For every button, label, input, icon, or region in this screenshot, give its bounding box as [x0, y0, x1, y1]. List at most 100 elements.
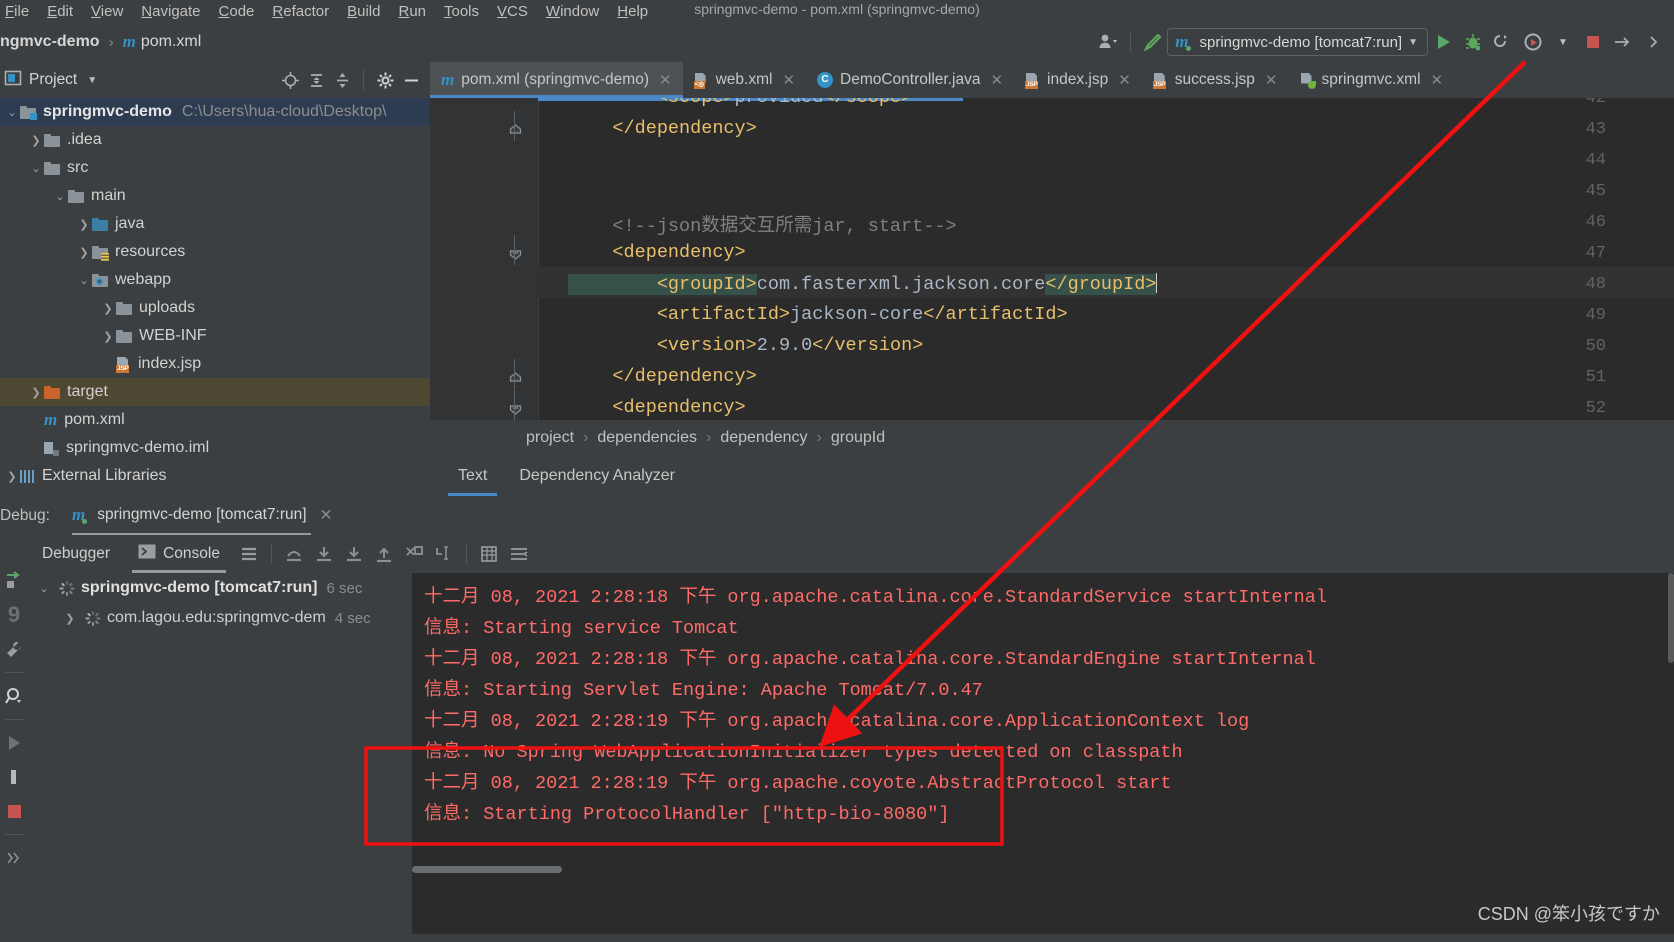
console-output[interactable]: 十二月 08, 2021 2:28:18 下午 org.apache.catal… — [412, 573, 1674, 942]
chevron-right-icon[interactable]: ❯ — [100, 330, 116, 343]
chevron-down-icon[interactable]: ⌄ — [4, 106, 20, 119]
menu-lines-icon[interactable] — [234, 541, 264, 567]
debug-process-tree[interactable]: ⌄ springmvc-demo [tomcat7:run] 6 sec ❯ com.l… — [28, 573, 410, 942]
editor-sub-tabs[interactable]: Text Dependency Analyzer — [430, 456, 1674, 496]
xml-breadcrumb[interactable]: project › dependencies › dependency › groupId — [430, 420, 1674, 456]
project-tree-row[interactable]: ❯ WEB-INF — [0, 322, 430, 350]
xml-breadcrumb-item[interactable]: dependencies — [597, 429, 697, 447]
project-tree-row[interactable]: ❯ target — [0, 378, 430, 406]
expand-all-icon[interactable] — [305, 69, 327, 91]
editor-sub-tab[interactable]: Dependency Analyzer — [503, 456, 691, 496]
code-line[interactable]: <scope>provided</scope> — [568, 98, 912, 108]
editor-tab[interactable]: <◎ web.xml ✕ — [683, 62, 806, 98]
hide-panel-icon[interactable] — [400, 69, 422, 91]
run-configuration-selector[interactable]: m springmvc-demo [tomcat7:run] ▼ — [1167, 28, 1428, 56]
project-tree-row[interactable]: JSP index.jsp — [0, 350, 430, 378]
expand-rail-icon[interactable] — [1, 843, 27, 873]
tab-console[interactable]: Console — [124, 535, 234, 573]
chevron-down-icon[interactable]: ⌄ — [28, 162, 44, 175]
project-tree-row[interactable]: ⌄ webapp — [0, 266, 430, 294]
collapse-all-icon[interactable] — [331, 69, 353, 91]
chevron-right-icon[interactable]: ❯ — [100, 302, 116, 315]
xml-breadcrumb-item[interactable]: dependency — [720, 429, 807, 447]
close-icon[interactable]: ✕ — [320, 506, 333, 525]
menu-item-view[interactable]: View — [82, 3, 132, 20]
tab-debugger[interactable]: Debugger — [28, 535, 124, 573]
editor-tab[interactable]: C DemoController.java ✕ — [806, 62, 1014, 98]
console-horizontal-scrollbar[interactable] — [412, 866, 562, 873]
coverage-chevron-icon[interactable]: ▼ — [1548, 28, 1578, 56]
project-tree-row[interactable]: ⌄ main — [0, 182, 430, 210]
pause-icon[interactable] — [1, 762, 27, 792]
menu-item-code[interactable]: Code — [210, 3, 264, 20]
breadcrumb-item[interactable]: pom.xml — [141, 33, 201, 51]
project-tree-row[interactable]: ❯ External Libraries — [0, 462, 430, 490]
settings-gear-icon[interactable] — [374, 69, 396, 91]
fold-start-icon[interactable] — [508, 235, 522, 265]
debug-left-rail[interactable]: 9 — [0, 560, 28, 942]
code-line[interactable]: <dependency> — [568, 242, 745, 263]
code-line[interactable]: <artifactId>jackson-core</artifactId> — [568, 304, 1068, 325]
code-line[interactable]: </dependency> — [568, 366, 756, 387]
menu-item-navigate[interactable]: Navigate — [132, 3, 209, 20]
menu-item-build[interactable]: Build — [338, 3, 389, 20]
run-to-cursor-icon[interactable] — [429, 541, 459, 567]
project-tree-row[interactable]: ❯ java — [0, 210, 430, 238]
rerun-icon[interactable] — [1, 566, 27, 596]
hammer-icon[interactable] — [1137, 28, 1167, 56]
step-out-of-frame-icon[interactable] — [399, 541, 429, 567]
menu-item-edit[interactable]: Edit — [38, 3, 82, 20]
profile-icon[interactable] — [1094, 28, 1124, 56]
code-line[interactable]: <dependency> — [568, 397, 745, 418]
chevron-right-icon[interactable]: ❯ — [62, 612, 78, 625]
more-chevron-icon[interactable] — [1638, 28, 1668, 56]
run-with-coverage-icon[interactable] — [1518, 28, 1548, 56]
menu-item-window[interactable]: Window — [537, 3, 608, 20]
debug-button[interactable] — [1458, 28, 1488, 56]
code-line[interactable]: <groupId>com.fasterxml.jackson.core</gro… — [568, 273, 1158, 295]
stop-button[interactable] — [1578, 28, 1608, 56]
chevron-down-icon[interactable]: ⌄ — [52, 190, 68, 203]
resume-icon[interactable] — [1, 728, 27, 758]
editor-tab[interactable]: JSP index.jsp ✕ — [1014, 62, 1142, 98]
editor-sub-tab[interactable]: Text — [442, 456, 503, 496]
chevron-down-icon[interactable]: ⌄ — [76, 274, 92, 287]
close-icon[interactable]: ✕ — [659, 71, 672, 89]
debug-tree-row[interactable]: ❯ com.lagou.edu:springmvc-dem 4 sec — [28, 603, 410, 633]
editor-tab[interactable]: m pom.xml (springmvc-demo) ✕ — [430, 62, 683, 98]
project-tree-row[interactable]: springmvc-demo.iml — [0, 434, 430, 462]
code-editor[interactable]: 42 <scope>provided</scope> 43 </dependenc… — [430, 98, 1674, 420]
close-icon[interactable]: ✕ — [1118, 71, 1131, 89]
wrench-icon[interactable] — [1, 634, 27, 664]
chevron-right-icon[interactable]: ❯ — [76, 246, 92, 259]
menu-item-help[interactable]: Help — [608, 3, 657, 20]
menu-item-run[interactable]: Run — [389, 3, 435, 20]
xml-breadcrumb-item[interactable]: groupId — [831, 429, 885, 447]
editor-tab[interactable]: springmvc.xml ✕ — [1289, 62, 1455, 98]
project-tree-row[interactable]: ❯ uploads — [0, 294, 430, 322]
chevron-down-icon[interactable]: ⌄ — [36, 582, 52, 595]
project-tree-row[interactable]: ⌄ src — [0, 154, 430, 182]
fold-end-icon[interactable] — [508, 111, 522, 141]
menu-item-vcs[interactable]: VCS — [488, 3, 537, 20]
breadcrumb-item[interactable]: ngmvc-demo — [0, 33, 100, 51]
step-over-icon[interactable] — [309, 541, 339, 567]
code-line[interactable]: <!--json数据交互所需jar, start--> — [568, 211, 956, 237]
debug-toolbar[interactable]: Debugger Console — [28, 535, 1674, 573]
fold-start-icon[interactable] — [508, 390, 522, 420]
code-line[interactable]: <version>2.9.0</version> — [568, 335, 923, 356]
close-icon[interactable]: ✕ — [782, 71, 795, 89]
project-tree-row[interactable]: ❯ resources — [0, 238, 430, 266]
soft-wrap-icon[interactable] — [504, 541, 534, 567]
code-line[interactable]: </dependency> — [568, 118, 756, 139]
chevron-right-icon[interactable]: ❯ — [4, 470, 20, 483]
project-tree-row[interactable]: m pom.xml — [0, 406, 430, 434]
chevron-right-icon[interactable]: ❯ — [76, 218, 92, 231]
arrow-right-icon[interactable] — [1608, 28, 1638, 56]
editor-tab[interactable]: JSP success.jsp ✕ — [1142, 62, 1289, 98]
force-step-into-icon[interactable] — [369, 541, 399, 567]
project-tree-row[interactable]: ❯ .idea — [0, 126, 430, 154]
chevron-right-icon[interactable]: ❯ — [28, 134, 44, 147]
xml-breadcrumb-item[interactable]: project — [526, 429, 574, 447]
project-tree-row[interactable]: ⌄ springmvc-demo C:\Users\hua-cloud\Deskto… — [0, 98, 430, 126]
